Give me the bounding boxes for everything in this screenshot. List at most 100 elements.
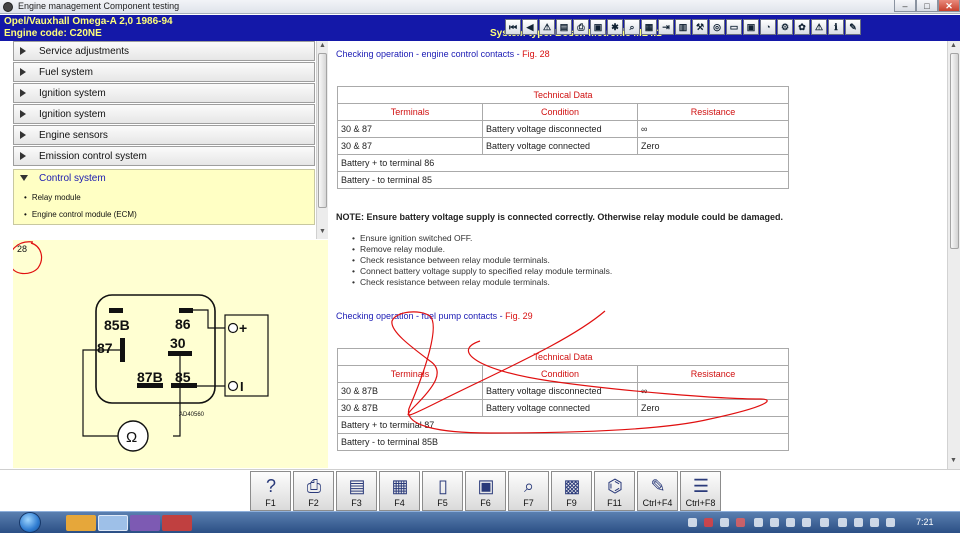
- fkey-f9-button[interactable]: ▩ F9: [551, 471, 592, 511]
- tray-icon[interactable]: [786, 518, 795, 527]
- language-tray-icon[interactable]: [886, 518, 895, 527]
- scrollbar-thumb[interactable]: [950, 53, 959, 249]
- sidebar-subitem-ecm[interactable]: Engine control module (ECM): [24, 210, 137, 219]
- sidebar-scrollbar[interactable]: ▲ ▼: [316, 41, 328, 239]
- table-caption: Technical Data: [337, 86, 789, 104]
- fkey-label: F4: [394, 498, 405, 508]
- first-page-icon[interactable]: ⏮: [505, 19, 521, 35]
- printer-icon: ⎙: [306, 476, 322, 496]
- screen-icon[interactable]: ▣: [743, 19, 759, 35]
- search-icon[interactable]: ⌕: [624, 19, 640, 35]
- sidebar-item-emission-control[interactable]: Emission control system: [13, 146, 315, 166]
- scroll-up-icon[interactable]: ▲: [319, 42, 326, 49]
- scroll-down-icon[interactable]: ▼: [950, 457, 957, 464]
- lightbulb-icon[interactable]: ✱: [607, 19, 623, 35]
- warning-triangle-icon[interactable]: ⚠: [811, 19, 827, 35]
- stopwatch-icon[interactable]: ◔: [760, 19, 776, 35]
- sidebar-item-ignition-system[interactable]: Ignition system: [13, 104, 315, 124]
- fkey-f1-button[interactable]: ? F1: [250, 471, 291, 511]
- table-caption: Technical Data: [337, 348, 789, 366]
- exit-icon[interactable]: ⇥: [658, 19, 674, 35]
- section1-title[interactable]: Checking operation - engine control cont…: [336, 49, 550, 59]
- visual-studio-icon[interactable]: [130, 515, 160, 531]
- section2-title[interactable]: Checking operation - fuel pump contacts …: [336, 311, 533, 321]
- chevron-right-icon: [20, 47, 26, 55]
- sidebar-item-control-system[interactable]: Control system Relay module Engine contr…: [13, 169, 315, 225]
- media-player-icon[interactable]: [66, 515, 96, 531]
- network-tray-icon[interactable]: [854, 518, 863, 527]
- figure-panel: 28 85B 86 87 30 87B 85 AD40560 + I Ω: [13, 240, 328, 468]
- fkey-label: F3: [351, 498, 362, 508]
- print-icon[interactable]: ⎙: [573, 19, 589, 35]
- scroll-down-icon[interactable]: ▼: [319, 228, 326, 235]
- table-cell: 30 & 87B: [337, 399, 483, 417]
- column-header: Terminals: [337, 103, 483, 121]
- help-tray-icon[interactable]: [802, 518, 811, 527]
- sidebar-item-label: Fuel system: [39, 67, 93, 78]
- table-cell: Battery voltage connected: [482, 137, 638, 155]
- sidebar-item-engine-sensors[interactable]: Engine sensors: [13, 125, 315, 145]
- fkey-f3-button[interactable]: ▤ F3: [336, 471, 377, 511]
- minimize-button[interactable]: –: [894, 0, 916, 12]
- scroll-up-icon[interactable]: ▲: [950, 42, 957, 49]
- fkey-f2-button[interactable]: ⎙ F2: [293, 471, 334, 511]
- back-icon[interactable]: ◀: [522, 19, 538, 35]
- list-icon: ☰: [692, 476, 710, 496]
- tray-icon[interactable]: [770, 518, 779, 527]
- maximize-button[interactable]: □: [916, 0, 938, 12]
- antivirus-tray-icon[interactable]: [704, 518, 713, 527]
- document-icon[interactable]: ▤: [556, 19, 572, 35]
- volume-tray-icon[interactable]: [870, 518, 879, 527]
- content-scrollbar[interactable]: ▲ ▼: [947, 41, 960, 469]
- folder-icon[interactable]: ▣: [590, 19, 606, 35]
- fkey-ctrl-f4-button[interactable]: ✎ Ctrl+F4: [637, 471, 678, 511]
- printer-tray-icon[interactable]: [688, 518, 697, 527]
- section2-fig-link[interactable]: Fig. 29: [505, 311, 533, 321]
- info-icon[interactable]: ℹ: [828, 19, 844, 35]
- sidebar-item-label: Ignition system: [39, 88, 106, 99]
- note-icon[interactable]: ✎: [845, 19, 861, 35]
- fkey-f11-button[interactable]: ⌬ F11: [594, 471, 635, 511]
- cloud-tray-icon[interactable]: [754, 518, 763, 527]
- tray-icon[interactable]: [720, 518, 729, 527]
- calculator-icon[interactable]: ▦: [641, 19, 657, 35]
- gear-icon[interactable]: ✿: [794, 19, 810, 35]
- label-86: 86: [175, 316, 191, 332]
- chart-icon[interactable]: ▥: [675, 19, 691, 35]
- tools-icon[interactable]: ⚙: [777, 19, 793, 35]
- signal-tray-icon[interactable]: [820, 518, 829, 527]
- technical-data-table-1: Technical Data Terminals Condition Resis…: [337, 86, 789, 189]
- clock[interactable]: 7:21: [916, 517, 934, 527]
- monitor-icon[interactable]: ▭: [726, 19, 742, 35]
- wrench-icon[interactable]: ⚒: [692, 19, 708, 35]
- column-header: Terminals: [337, 365, 483, 383]
- battery-minus-label: I: [240, 379, 244, 394]
- sidebar-item-fuel-system[interactable]: Fuel system: [13, 62, 315, 82]
- sidebar-subitem-relay-module[interactable]: Relay module: [24, 193, 81, 202]
- brake-icon[interactable]: ◎: [709, 19, 725, 35]
- page-icon: ▯: [438, 476, 448, 496]
- scrollbar-thumb[interactable]: [318, 53, 327, 208]
- fkey-f5-button[interactable]: ▯ F5: [422, 471, 463, 511]
- browser-icon[interactable]: [162, 515, 192, 531]
- tray-icon[interactable]: [736, 518, 745, 527]
- file-explorer-icon[interactable]: [98, 515, 128, 531]
- ohm-symbol: Ω: [126, 429, 137, 446]
- battery-tray-icon[interactable]: [838, 518, 847, 527]
- table-row: 30 & 87 Battery voltage connected Zero: [337, 137, 789, 155]
- start-button[interactable]: [16, 512, 44, 533]
- chevron-right-icon: [20, 152, 26, 160]
- fkey-f6-button[interactable]: ▣ F6: [465, 471, 506, 511]
- fkey-label: Ctrl+F4: [642, 498, 673, 508]
- sidebar-item-service-adjustments[interactable]: Service adjustments: [13, 41, 315, 61]
- warning-icon[interactable]: ⚠: [539, 19, 555, 35]
- section1-fig-link[interactable]: Fig. 28: [522, 49, 550, 59]
- fkey-f7-button[interactable]: ⌕ F7: [508, 471, 549, 511]
- close-button[interactable]: ✕: [938, 0, 960, 12]
- fkey-f4-button[interactable]: ▦ F4: [379, 471, 420, 511]
- sidebar-item-intake-system[interactable]: Ignition system: [13, 83, 315, 103]
- document-edit-icon: ▦: [391, 476, 409, 496]
- table-cell: Zero: [637, 399, 789, 417]
- fkey-ctrl-f8-button[interactable]: ☰ Ctrl+F8: [680, 471, 721, 511]
- magnifier-icon: ⌕: [523, 476, 535, 496]
